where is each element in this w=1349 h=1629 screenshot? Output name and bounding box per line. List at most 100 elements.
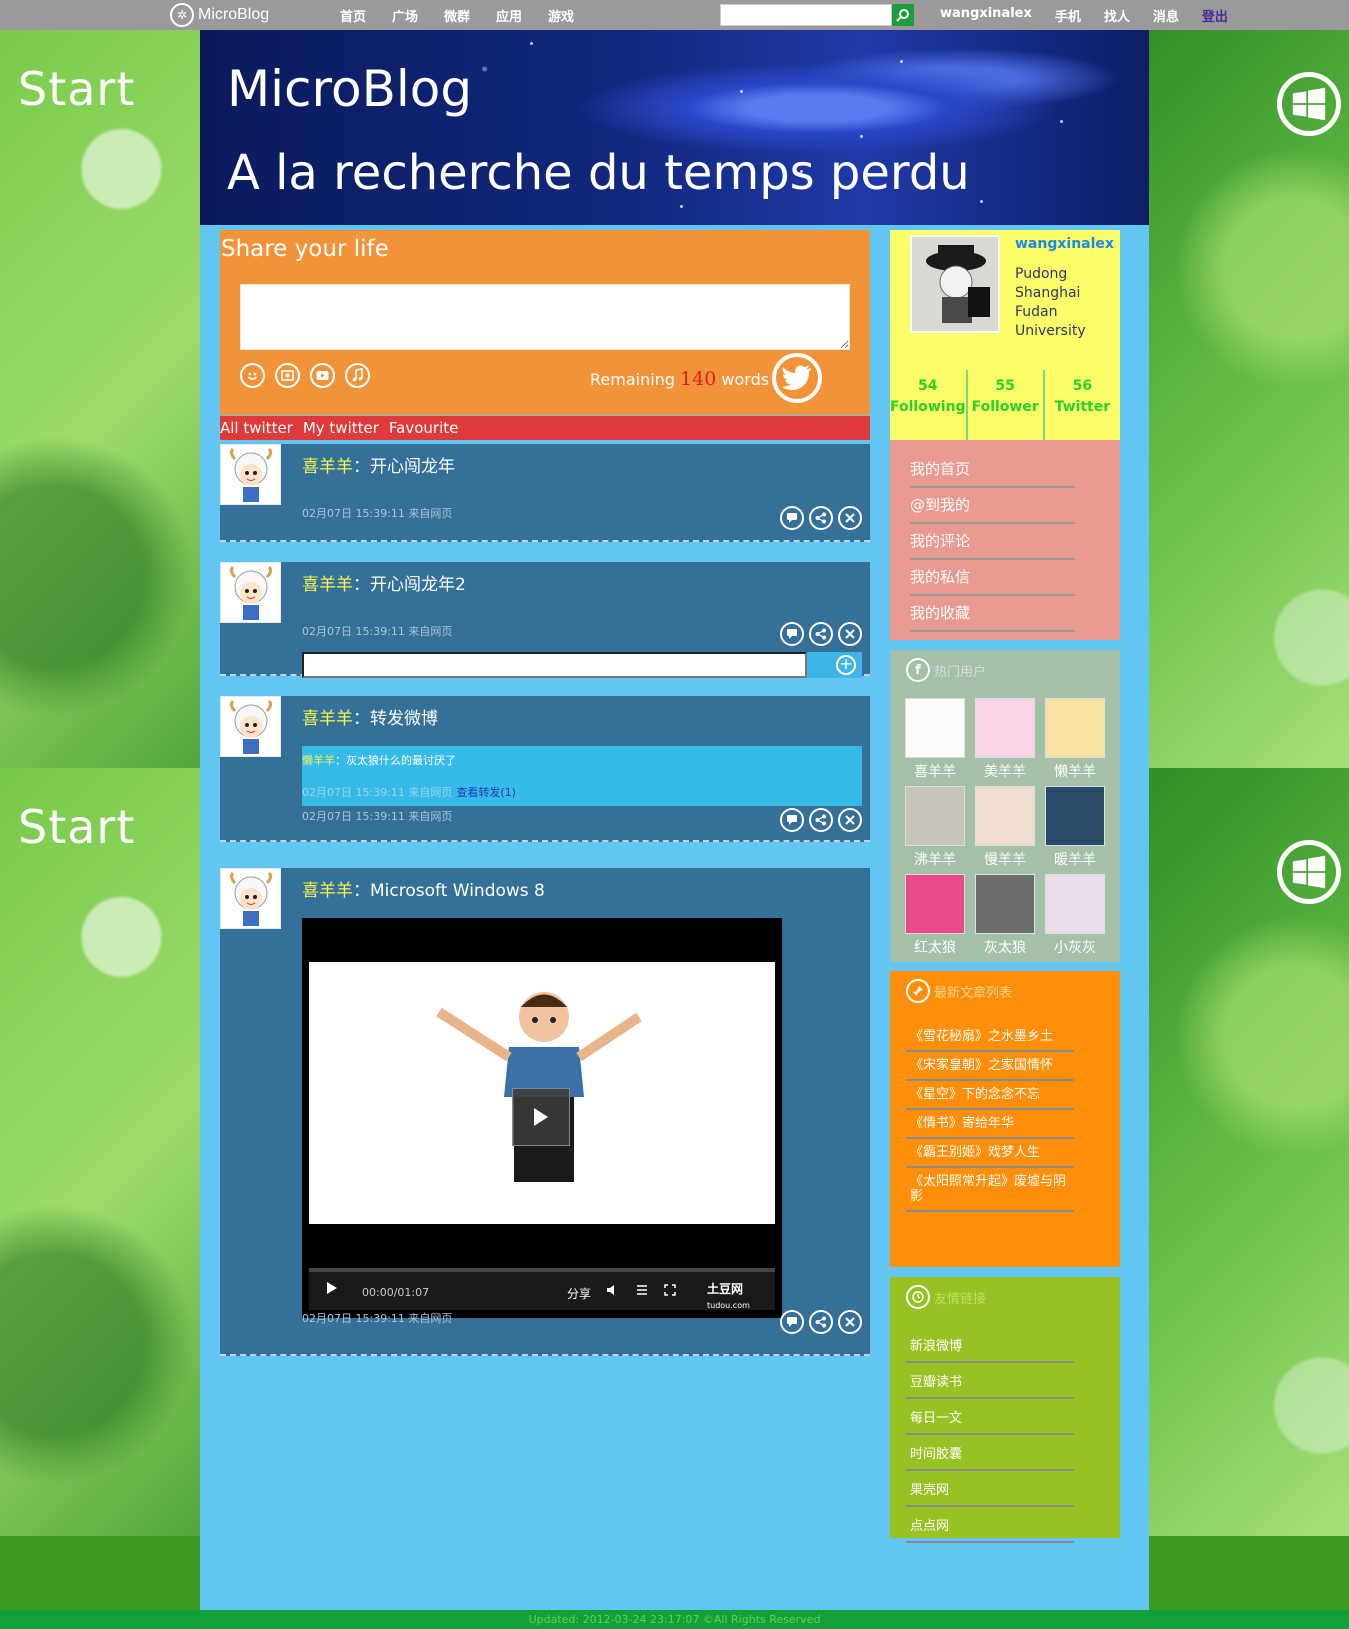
delete-button[interactable]: [838, 506, 862, 530]
post-meta: 02月07日 15:39:11 来自网页: [302, 507, 453, 520]
username-link[interactable]: wangxinalex: [940, 6, 1032, 25]
post-author-name[interactable]: 喜羊羊: [302, 709, 353, 729]
share-textarea[interactable]: [240, 284, 850, 350]
reply-input[interactable]: [302, 652, 807, 678]
music-icon[interactable]: [345, 363, 370, 388]
nav-link-apps[interactable]: 应用: [496, 6, 548, 25]
hot-user-name: 懒羊羊: [1054, 764, 1096, 780]
post-button[interactable]: [772, 353, 822, 403]
post-meta: 02月07日 15:39:11 来自网页: [302, 1312, 453, 1325]
avatar[interactable]: [220, 562, 281, 623]
avatar[interactable]: [220, 868, 281, 929]
view-reposts-link[interactable]: 查看转发(1): [456, 786, 516, 799]
article-link[interactable]: 《星空》下的念念不忘: [906, 1081, 1074, 1110]
post-text: Microsoft Windows 8: [370, 881, 545, 901]
article-link[interactable]: 《雪花秘扇》之水墨乡土: [906, 1023, 1074, 1052]
articles-list: 《雪花秘扇》之水墨乡土 《宋家皇朝》之家国情怀 《星空》下的念念不忘 《情书》寄…: [906, 1023, 1074, 1212]
hot-user-name: 喜羊羊: [914, 764, 956, 780]
play-overlay-button[interactable]: [512, 1088, 570, 1146]
avatar[interactable]: [220, 444, 281, 505]
friend-link[interactable]: 新浪微博: [906, 1327, 1074, 1363]
comment-button[interactable]: [780, 1310, 804, 1334]
search-button[interactable]: [892, 4, 914, 26]
stat-twitter[interactable]: 56 Twitter: [1045, 370, 1120, 440]
menu-item-mentions[interactable]: @到我的: [910, 488, 1075, 524]
hot-user[interactable]: 喜羊羊: [904, 698, 966, 786]
friend-link[interactable]: 豆瓣读书: [906, 1363, 1074, 1399]
menu-item-comments[interactable]: 我的评论: [910, 524, 1075, 560]
friend-link[interactable]: 果壳网: [906, 1471, 1074, 1507]
post-content: 喜羊羊：转发微博: [302, 704, 438, 729]
hot-user[interactable]: 慢羊羊: [974, 786, 1036, 874]
article-link[interactable]: 《宋家皇朝》之家国情怀: [906, 1052, 1074, 1081]
play-icon[interactable]: [326, 1281, 338, 1295]
plus-icon: +: [836, 655, 856, 675]
hot-user[interactable]: 暖羊羊: [1044, 786, 1106, 874]
search-input[interactable]: [720, 4, 892, 26]
nav-link-messages[interactable]: 消息: [1153, 6, 1179, 25]
tab-favourite[interactable]: Favourite: [389, 419, 458, 437]
friend-link[interactable]: 每日一文: [906, 1399, 1074, 1435]
comment-button[interactable]: [780, 808, 804, 832]
stat-following[interactable]: 54 Following: [890, 370, 968, 440]
nav-link-groups[interactable]: 微群: [444, 6, 496, 25]
tab-my-twitter[interactable]: My twitter: [303, 419, 379, 437]
logout-link[interactable]: 登出: [1202, 6, 1228, 25]
post-author-name[interactable]: 喜羊羊: [302, 575, 353, 595]
friend-link[interactable]: 时间胶囊: [906, 1435, 1074, 1471]
delete-button[interactable]: [838, 622, 862, 646]
hot-user[interactable]: 小灰灰: [1044, 874, 1106, 962]
nav-link-home[interactable]: 首页: [340, 6, 392, 25]
repost-author-name[interactable]: 懒羊羊: [302, 754, 335, 767]
delete-button[interactable]: [838, 1310, 862, 1334]
delete-button[interactable]: [838, 808, 862, 832]
nav-link-find-people[interactable]: 找人: [1104, 6, 1130, 25]
nav-link-mobile[interactable]: 手机: [1055, 6, 1081, 25]
footer: Updated: 2012-03-24 23:17:07 ©All Rights…: [0, 1610, 1349, 1629]
profile-username[interactable]: wangxinalex: [1015, 236, 1114, 252]
share-button[interactable]: [809, 1310, 833, 1334]
fullscreen-icon[interactable]: [664, 1284, 676, 1296]
main-nav: 首页 广场 微群 应用 游戏: [340, 6, 600, 25]
smiley-icon[interactable]: [240, 363, 265, 388]
video-icon[interactable]: [310, 363, 335, 388]
video-share-button[interactable]: 分享: [567, 1285, 591, 1302]
nav-link-games[interactable]: 游戏: [548, 6, 600, 25]
profile-avatar[interactable]: [910, 235, 1000, 333]
comment-icon: [787, 1317, 797, 1327]
post-author-name[interactable]: 喜羊羊: [302, 457, 353, 477]
banner-subtitle: A la recherche du temps perdu: [227, 145, 970, 201]
stat-follower[interactable]: 55 Follower: [968, 370, 1045, 440]
tudou-brand-sub: tudou.com: [707, 1301, 750, 1310]
reply-submit-button[interactable]: +: [807, 652, 862, 678]
friend-link[interactable]: 点点网: [906, 1507, 1074, 1543]
image-icon[interactable]: [275, 363, 300, 388]
hot-user[interactable]: 灰太狼: [974, 874, 1036, 962]
avatar[interactable]: [220, 696, 281, 757]
share-button[interactable]: [809, 808, 833, 832]
menu-item-messages[interactable]: 我的私信: [910, 560, 1075, 596]
repost-separator: ：: [335, 754, 346, 767]
video-player[interactable]: 00:00/01:07 分享 土豆网 tudou.com: [302, 918, 782, 1318]
nav-link-square[interactable]: 广场: [392, 6, 444, 25]
hot-user-name: 沸羊羊: [914, 852, 956, 868]
article-link[interactable]: 《情书》寄给年华: [906, 1110, 1074, 1139]
comment-button[interactable]: [780, 506, 804, 530]
video-seek-bar[interactable]: [309, 1268, 775, 1272]
playlist-icon[interactable]: [636, 1284, 648, 1296]
volume-icon[interactable]: [606, 1284, 620, 1296]
brand[interactable]: ✲ MicroBlog: [170, 3, 269, 27]
tab-all-twitter[interactable]: All twitter: [220, 419, 293, 437]
hot-user[interactable]: 懒羊羊: [1044, 698, 1106, 786]
comment-button[interactable]: [780, 622, 804, 646]
article-link[interactable]: 《太阳照常升起》废墟与阴影: [906, 1168, 1074, 1212]
hot-user[interactable]: 红太狼: [904, 874, 966, 962]
share-button[interactable]: [809, 622, 833, 646]
menu-item-my-home[interactable]: 我的首页: [910, 452, 1075, 488]
hot-user[interactable]: 沸羊羊: [904, 786, 966, 874]
hot-user[interactable]: 美羊羊: [974, 698, 1036, 786]
post-author-name[interactable]: 喜羊羊: [302, 881, 353, 901]
article-link[interactable]: 《霸王别姬》戏梦人生: [906, 1139, 1074, 1168]
menu-item-favorites[interactable]: 我的收藏: [910, 596, 1075, 632]
share-button[interactable]: [809, 506, 833, 530]
